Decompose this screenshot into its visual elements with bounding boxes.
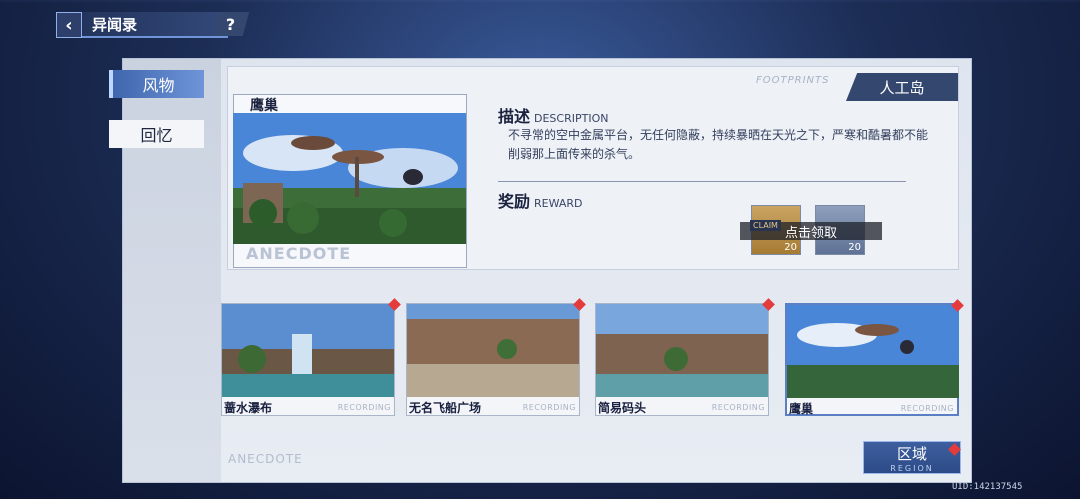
scene-image [233, 113, 466, 244]
reward-count: 20 [784, 242, 797, 253]
scenery-name: 鹰巢 [789, 402, 814, 416]
scenery-card-selected[interactable]: 鹰巢 RECORDING [785, 299, 964, 416]
scenery-card[interactable]: 无名飞船广场 RECORDING [406, 298, 586, 416]
uid-label: UID:142137545 [952, 482, 1023, 492]
description-text: 不寻常的空中金属平台，无任何隐蔽，持续暴晒在天光之下，严寒和酷暑都不能削弱那上面… [508, 128, 929, 161]
scenery-thumbnail [222, 304, 394, 397]
page-title: 异闻录 [82, 12, 228, 38]
scenery-thumbnail [596, 304, 768, 397]
chevron-left-icon: ‹ [65, 14, 73, 36]
scenery-thumbnail [407, 304, 579, 397]
recording-label: RECORDING [522, 403, 576, 412]
scenery-name: 简易码头 [598, 401, 647, 415]
reward-title: 奖励 [498, 192, 531, 211]
top-bar: ‹ 异闻录 [56, 12, 228, 38]
scenery-name: 无名飞船广场 [409, 401, 482, 415]
tab-memories[interactable]: 回忆 [109, 120, 204, 148]
recording-label: RECORDING [900, 404, 954, 413]
recording-label: RECORDING [711, 403, 765, 412]
description-subtitle: DESCRIPTION [534, 112, 609, 125]
back-button[interactable]: ‹ [56, 12, 82, 38]
region-button-label: 区域 [896, 445, 927, 463]
region-button-sublabel: REGION [890, 464, 934, 473]
anecdote-footer: ANECDOTE [228, 452, 303, 466]
description-heading: 描述 DESCRIPTION [498, 103, 608, 127]
reward-heading: 奖励 REWARD [498, 188, 583, 212]
divider [498, 181, 906, 182]
scenery-thumbnail [787, 305, 959, 398]
help-label: ? [226, 14, 236, 34]
region-tag: 人工岛 [846, 73, 958, 101]
scene-name: 鹰巢 [250, 98, 278, 114]
scenery-name: 蔷水瀑布 [224, 401, 273, 415]
region-button[interactable]: 区域 REGION [863, 441, 961, 474]
footprints-label: FOOTPRINTS [756, 75, 830, 86]
claim-tag: CLAIM [750, 220, 781, 231]
anecdote-watermark: ANECDOTE [246, 244, 352, 263]
tab-scenery[interactable]: 风物 [109, 70, 204, 98]
scenery-card[interactable]: 简易码头 RECORDING [595, 298, 775, 416]
reward-subtitle: REWARD [534, 197, 583, 210]
scenery-card[interactable]: 蔷水瀑布 RECORDING [221, 298, 401, 416]
reward-count: 20 [848, 242, 861, 253]
recording-label: RECORDING [337, 403, 391, 412]
description-title: 描述 [498, 107, 531, 126]
help-button[interactable]: ? [212, 12, 250, 36]
